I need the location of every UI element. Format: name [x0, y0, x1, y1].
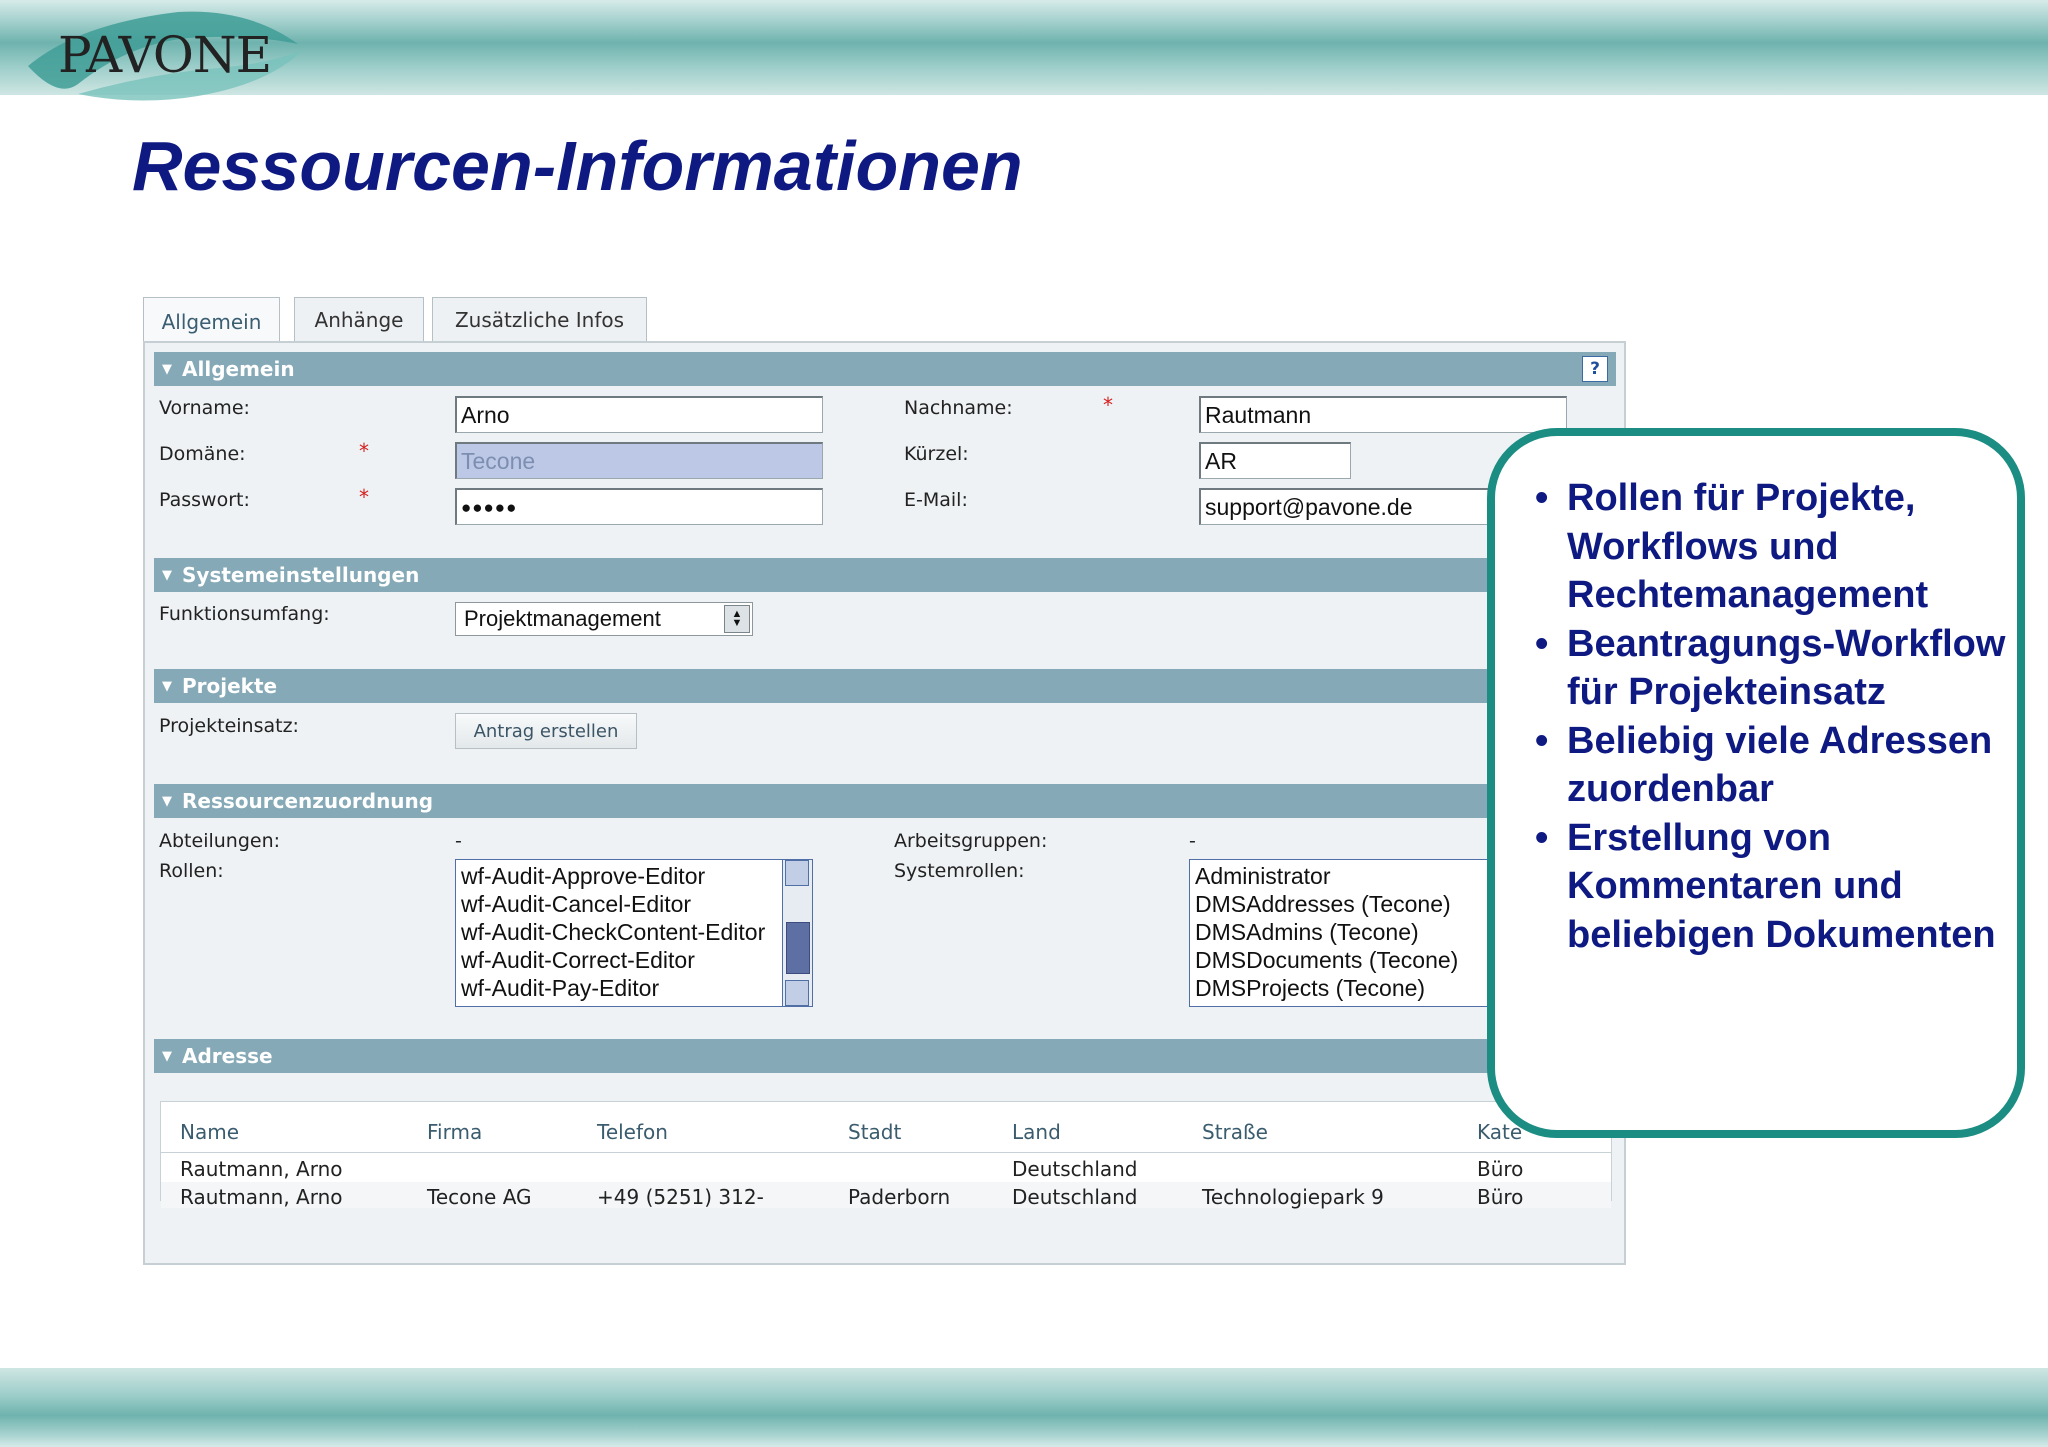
- feature-list: • Rollen für Projekte, Workflows und Rech…: [1535, 474, 2015, 959]
- table-header-divider: [161, 1152, 1611, 1153]
- section-title: Allgemein: [182, 357, 295, 381]
- required-marker: *: [1103, 393, 1113, 417]
- collapse-triangle-icon: ▼: [162, 793, 172, 809]
- label-systemrollen: Systemrollen:: [894, 860, 1025, 882]
- slide-title: Ressourcen-Informationen: [132, 127, 1023, 205]
- label-funktionsumfang: Funktionsumfang:: [159, 603, 330, 625]
- domaene-input: Tecone: [455, 442, 823, 479]
- nachname-input[interactable]: Rautmann: [1199, 396, 1567, 433]
- collapse-triangle-icon: ▼: [162, 1048, 172, 1064]
- feature-text: Erstellung von Kommentaren und beliebige…: [1567, 816, 1996, 956]
- list-item[interactable]: wf-Audit-Approve-Editor: [456, 862, 812, 890]
- feature-text: Rollen für Projekte, Workflows und Recht…: [1567, 477, 1929, 616]
- label-passwort: Passwort:: [159, 489, 250, 511]
- section-header-projekte[interactable]: ▼ Projekte: [154, 669, 1616, 703]
- tab-anhaenge[interactable]: Anhänge: [294, 297, 424, 341]
- section-title: Adresse: [182, 1044, 273, 1068]
- label-domaene: Domäne:: [159, 443, 246, 465]
- resource-form-panel: ▼ Allgemein ? Vorname: Arno Nachname: * …: [143, 341, 1626, 1265]
- column-header-stadt[interactable]: Stadt: [848, 1120, 901, 1144]
- feature-text: Beantragungs-Workflow für Projekteinsatz: [1567, 622, 2006, 714]
- bullet-icon: •: [1535, 816, 1549, 859]
- cell-stadt: Paderborn: [848, 1185, 951, 1209]
- collapse-triangle-icon: ▼: [162, 567, 172, 583]
- required-marker: *: [359, 439, 369, 463]
- list-item[interactable]: wf-Audit-Cancel-Editor: [456, 890, 812, 918]
- cell-land: Deutschland: [1012, 1157, 1138, 1181]
- email-input[interactable]: support@pavone.de: [1199, 488, 1499, 525]
- help-icon[interactable]: ?: [1582, 356, 1608, 382]
- abteilungen-value: -: [455, 830, 462, 852]
- column-header-land[interactable]: Land: [1012, 1120, 1061, 1144]
- feature-item: • Beantragungs-Workflow für Projekteinsat…: [1535, 620, 2015, 717]
- list-item[interactable]: wf-Audit-Correct-Editor: [456, 946, 812, 974]
- list-item[interactable]: DMSDocuments (Tecone): [1190, 946, 1488, 974]
- cell-kategorie: Büro: [1477, 1185, 1524, 1209]
- bullet-icon: •: [1535, 719, 1549, 762]
- feature-item: • Beliebig viele Adressen zuordenbar: [1535, 717, 2015, 814]
- feature-callout: • Rollen für Projekte, Workflows und Rech…: [1487, 428, 2025, 1138]
- section-title: Systemeinstellungen: [182, 563, 420, 587]
- address-table: Name Firma Telefon Stadt Land Straße Kat…: [160, 1101, 1612, 1209]
- collapse-triangle-icon: ▼: [162, 361, 172, 377]
- scroll-down-icon[interactable]: [785, 980, 809, 1006]
- tab-allgemein[interactable]: Allgemein: [143, 297, 280, 345]
- column-header-firma[interactable]: Firma: [427, 1120, 482, 1144]
- list-item[interactable]: wf-Audit-Pay-Editor: [456, 974, 812, 1002]
- section-header-adresse[interactable]: ▼ Adresse: [154, 1039, 1616, 1073]
- cell-name: Rautmann, Arno: [180, 1185, 343, 1209]
- antrag-erstellen-button[interactable]: Antrag erstellen: [455, 713, 637, 749]
- feature-item: • Erstellung von Kommentaren und beliebig…: [1535, 814, 2015, 960]
- label-abteilungen: Abteilungen:: [159, 830, 281, 852]
- required-marker: *: [359, 485, 369, 509]
- column-header-telefon[interactable]: Telefon: [597, 1120, 668, 1144]
- label-arbeitsgruppen: Arbeitsgruppen:: [894, 830, 1048, 852]
- cell-strasse: Technologiepark 9: [1202, 1185, 1384, 1209]
- section-title: Projekte: [182, 674, 278, 698]
- logo-text: PAVONE: [58, 26, 272, 84]
- label-kuerzel: Kürzel:: [904, 443, 969, 465]
- tab-zusaetzliche-infos[interactable]: Zusätzliche Infos: [432, 297, 647, 341]
- select-value: Projektmanagement: [464, 606, 661, 631]
- pavone-logo: PAVONE: [18, 4, 308, 108]
- label-email: E-Mail:: [904, 489, 968, 511]
- label-projekteinsatz: Projekteinsatz:: [159, 715, 299, 737]
- list-item[interactable]: DMSAdmins (Tecone): [1190, 918, 1488, 946]
- bullet-icon: •: [1535, 477, 1549, 519]
- list-item[interactable]: DMSProjects (Tecone): [1190, 974, 1488, 1002]
- list-item[interactable]: Administrator: [1190, 862, 1488, 890]
- section-header-systemeinstellungen[interactable]: ▼ Systemeinstellungen: [154, 558, 1616, 592]
- column-header-strasse[interactable]: Straße: [1202, 1120, 1268, 1144]
- cell-land: Deutschland: [1012, 1185, 1138, 1209]
- section-header-allgemein[interactable]: ▼ Allgemein ?: [154, 352, 1616, 386]
- systemrollen-listbox[interactable]: Administrator DMSAddresses (Tecone) DMSA…: [1189, 859, 1489, 1007]
- scrollbar-thumb[interactable]: [786, 922, 810, 974]
- arbeitsgruppen-value: -: [1189, 830, 1196, 852]
- cell-name: Rautmann, Arno: [180, 1157, 343, 1181]
- cell-firma: Tecone AG: [427, 1185, 532, 1209]
- list-item[interactable]: DMSAddresses (Tecone): [1190, 890, 1488, 918]
- feature-item: • Rollen für Projekte, Workflows und Rech…: [1535, 474, 2015, 620]
- scroll-up-icon[interactable]: [785, 860, 809, 886]
- rollen-listbox[interactable]: wf-Audit-Approve-Editor wf-Audit-Cancel-…: [455, 859, 813, 1007]
- footer-band: [0, 1368, 2048, 1447]
- passwort-input[interactable]: ●●●●●: [455, 488, 823, 525]
- label-nachname: Nachname:: [904, 397, 1013, 419]
- feature-text: Beliebig viele Adressen zuordenbar: [1567, 719, 1993, 811]
- bullet-icon: •: [1535, 622, 1549, 665]
- label-vorname: Vorname:: [159, 397, 250, 419]
- collapse-triangle-icon: ▼: [162, 678, 172, 694]
- vorname-input[interactable]: Arno: [455, 396, 823, 433]
- column-header-name[interactable]: Name: [180, 1120, 239, 1144]
- funktionsumfang-select[interactable]: Projektmanagement ▲ ▼: [455, 602, 753, 636]
- list-item[interactable]: wf-Audit-CheckContent-Editor: [456, 918, 812, 946]
- cell-kategorie: Büro: [1477, 1157, 1524, 1181]
- section-title: Ressourcenzuordnung: [182, 789, 434, 813]
- cell-telefon: +49 (5251) 312-: [597, 1185, 764, 1209]
- label-rollen: Rollen:: [159, 860, 224, 882]
- kuerzel-input[interactable]: AR: [1199, 442, 1351, 479]
- select-arrows-icon: ▲ ▼: [724, 605, 750, 633]
- section-header-ressourcenzuordnung[interactable]: ▼ Ressourcenzuordnung: [154, 784, 1616, 818]
- rollen-scrollbar[interactable]: [782, 860, 812, 1006]
